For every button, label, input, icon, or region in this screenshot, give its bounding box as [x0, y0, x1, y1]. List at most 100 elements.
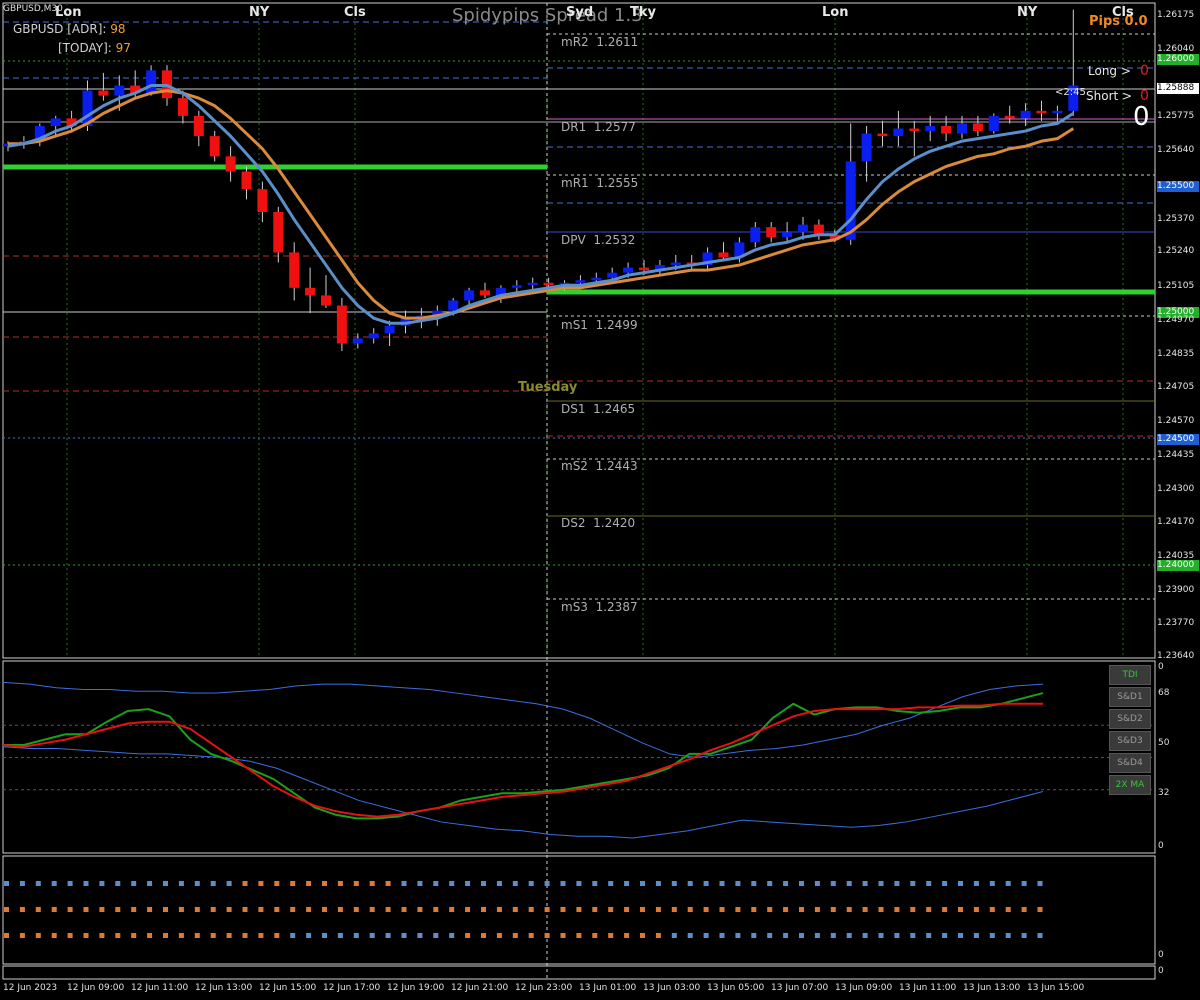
tdi-button[interactable]: TDI: [1109, 665, 1151, 685]
signal-dot: [1005, 881, 1011, 886]
signal-dot: [910, 907, 916, 912]
signal-dot: [417, 907, 423, 912]
sd3-button[interactable]: S&D3: [1109, 731, 1151, 751]
long-value: 0: [1140, 63, 1149, 79]
time-tick-label: 13 Jun 15:00: [1027, 983, 1085, 993]
signal-dot: [353, 907, 359, 912]
signal-dot: [655, 933, 661, 938]
signal-dot: [783, 907, 789, 912]
signal-dot: [83, 907, 89, 912]
bull-candle: [957, 123, 967, 134]
adr-row: GBPUSD [ADR]: 98: [13, 22, 126, 36]
signal-dot: [942, 907, 948, 912]
signal-dot: [624, 933, 630, 938]
signal-dot: [830, 881, 836, 886]
bear-candle: [972, 123, 983, 132]
signal-dot: [799, 907, 804, 912]
signal-dot: [67, 881, 73, 886]
signal-dot: [147, 933, 153, 938]
signal-dot: [528, 907, 534, 912]
signal-dot: [608, 907, 614, 912]
signal-dot: [385, 881, 391, 886]
bull-candle: [925, 125, 936, 132]
price-tick-label: 1.25500: [1157, 180, 1199, 192]
signal-dot: [258, 933, 264, 938]
signal-dot: [274, 933, 280, 938]
signal-dot: [751, 907, 757, 912]
time-tick-label: 13 Jun 07:00: [771, 983, 829, 993]
sd1-button[interactable]: S&D1: [1109, 687, 1151, 707]
bear-candle: [193, 115, 204, 137]
bottom-axis-label: 0: [1158, 966, 1164, 976]
signal-dot: [767, 881, 773, 886]
signal-dot: [322, 881, 327, 886]
signal-dot: [290, 881, 296, 886]
session-label-ny-2: NY: [1017, 5, 1038, 20]
price-tick-label: 1.25775: [1157, 111, 1195, 122]
bear-candle: [289, 252, 300, 288]
short-label[interactable]: Short >: [1086, 89, 1132, 103]
2x-ma-button[interactable]: 2X MA: [1109, 775, 1151, 795]
signal-dot: [942, 933, 948, 938]
price-tick-label: 1.23900: [1157, 585, 1195, 596]
signal-dot: [1021, 907, 1027, 912]
signal-dot: [687, 881, 693, 886]
signal-dot: [862, 933, 868, 938]
bear-candle: [909, 128, 920, 132]
bear-candle: [877, 133, 888, 137]
price-tick-label: 1.24170: [1157, 516, 1195, 527]
session-label-ny: NY: [249, 5, 270, 20]
signal-dot: [147, 907, 153, 912]
signal-dot: [433, 907, 439, 912]
time-tick-label: 12 Jun 2023: [3, 983, 58, 993]
signal-dot: [115, 907, 121, 912]
signal-dot: [290, 907, 296, 912]
price-tick-label: 1.24435: [1157, 449, 1195, 460]
long-label[interactable]: Long >: [1088, 64, 1131, 78]
bull-candle: [575, 280, 586, 283]
signal-dot: [274, 907, 280, 912]
signal-dot: [544, 933, 550, 938]
signal-dot: [147, 881, 153, 886]
signal-dot: [767, 933, 773, 938]
bull-candle: [384, 325, 395, 334]
signal-dot: [385, 907, 391, 912]
bear-candle: [813, 224, 824, 235]
tdi-upper-band: [2, 681, 1044, 759]
signal-dot: [1021, 881, 1027, 886]
time-tick-label: 12 Jun 17:00: [323, 983, 381, 993]
signal-dot: [799, 881, 804, 886]
signal-dot: [894, 933, 900, 938]
price-tick-label: 1.23770: [1157, 618, 1195, 629]
signal-dot: [592, 881, 598, 886]
bar-timer: <2:45: [1055, 87, 1086, 98]
bear-candle: [1004, 115, 1015, 119]
signal-dot: [274, 881, 280, 886]
bull-candle: [114, 85, 125, 96]
price-tick-label: 1.24500: [1157, 433, 1199, 445]
chart-canvas[interactable]: [0, 0, 1200, 1000]
signal-dot: [401, 933, 407, 938]
signal-dot: [353, 881, 359, 886]
session-label-lon-2: Lon: [822, 5, 849, 20]
signal-dot: [51, 881, 57, 886]
bull-candle: [893, 128, 904, 137]
signal-dot: [19, 907, 25, 912]
session-label-syd: Syd: [566, 5, 594, 20]
sd4-button[interactable]: S&D4: [1109, 753, 1151, 773]
level-label-mr2: mR2 1.2611: [561, 35, 639, 49]
bull-candle: [607, 272, 618, 278]
signal-dot: [1005, 933, 1011, 938]
signal-dot: [544, 907, 550, 912]
signal-dot: [926, 933, 932, 938]
signal-dot: [958, 933, 963, 938]
price-tick-label: 1.24970: [1157, 314, 1195, 325]
time-tick-label: 13 Jun 09:00: [835, 983, 893, 993]
sd2-button[interactable]: S&D2: [1109, 709, 1151, 729]
signal-dot: [417, 933, 423, 938]
signal-dot: [608, 881, 614, 886]
bull-candle: [448, 300, 459, 311]
time-tick-label: 12 Jun 15:00: [259, 983, 317, 993]
signal-dot: [99, 881, 105, 886]
signal-dot: [783, 933, 789, 938]
